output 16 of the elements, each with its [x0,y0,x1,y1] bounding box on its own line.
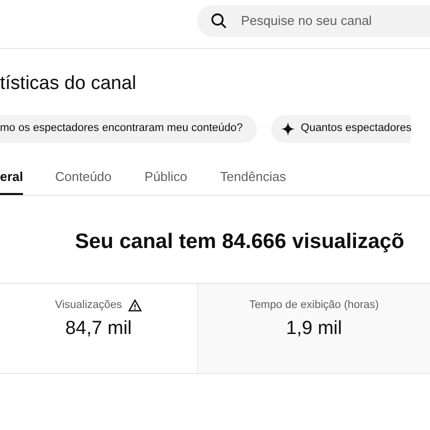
metric-label: Tempo de exibição (horas) [249,298,379,314]
search-icon [210,12,228,30]
tab[interactable]: eral [0,160,24,194]
headline: Seu canal tem 84.666 visualizaçõ [75,228,404,254]
metric-value: 1,9 mil [286,316,342,340]
page-title: tísticas do canal [0,72,138,96]
metric-card[interactable]: Tempo de exibição (horas) 1,9 mil [197,284,430,372]
suggestion-chip[interactable]: Quantos espectadores [270,114,412,142]
metric-value: 84,7 mil [65,316,132,340]
tab[interactable]: Conteúdo [55,160,112,194]
metric-label: Visualizações [54,298,122,314]
tab[interactable]: Público [144,160,188,194]
suggestion-chip[interactable]: mo os espectadores encontraram meu conteúdo? [0,114,257,142]
search-field[interactable]: Pesquise no seu canal [197,5,430,37]
tab[interactable]: Tendências [220,160,286,194]
search-input[interactable]: Pesquise no seu canal [241,11,411,31]
